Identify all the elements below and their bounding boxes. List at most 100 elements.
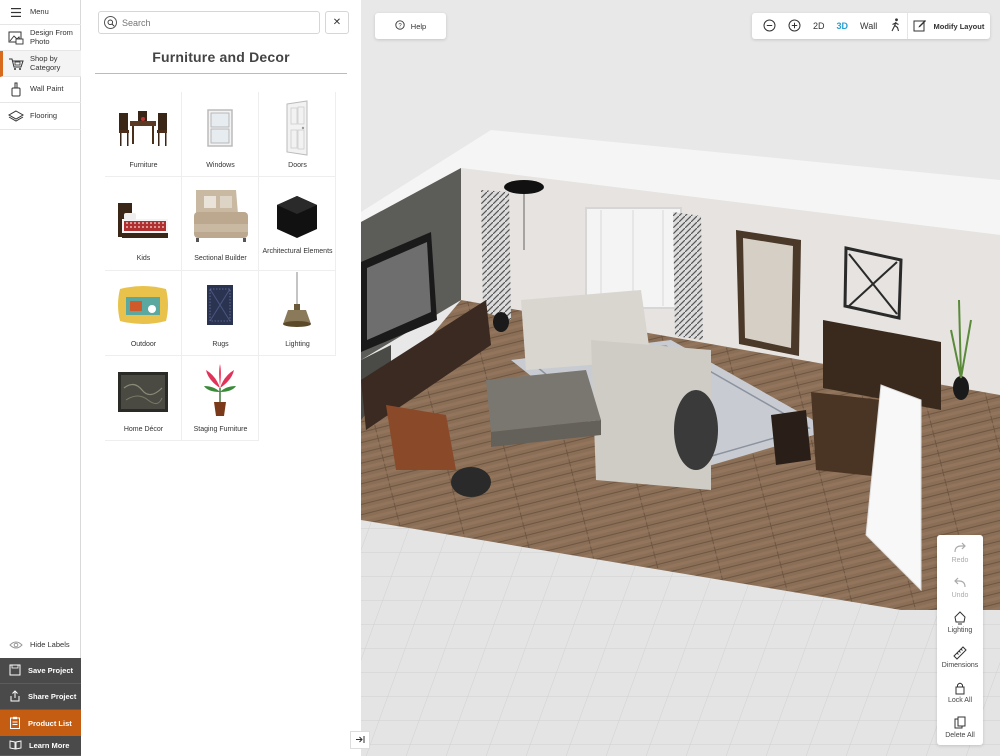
delete-all-label: Delete All: [945, 732, 975, 739]
category-tile-doors[interactable]: Doors: [259, 92, 336, 177]
share-project-button[interactable]: Share Project: [0, 684, 81, 710]
nav-item-design-from-photo[interactable]: Design From Photo: [0, 25, 81, 51]
modify-layout-button[interactable]: Modify Layout: [908, 13, 990, 39]
nav-item-wall-paint[interactable]: Wall Paint: [0, 77, 81, 103]
delete-copy-icon: [953, 716, 967, 730]
eye-icon: [8, 637, 24, 653]
collapse-panel-button[interactable]: [350, 731, 370, 749]
redo-button[interactable]: Redo: [937, 541, 983, 564]
redo-icon: [953, 541, 967, 555]
dimensions-label: Dimensions: [941, 662, 979, 669]
room-3d-viewport[interactable]: ? Help 2D 3D Wall Modify Layout Redo Und…: [361, 0, 1000, 756]
door-icon: [267, 98, 327, 158]
save-project-label: Save Project: [28, 666, 74, 675]
hide-labels-label: Hide Labels: [30, 639, 70, 649]
zoom-out-icon: [763, 19, 776, 34]
category-tile-rugs[interactable]: Rugs: [182, 271, 259, 356]
hide-labels-button[interactable]: Hide Labels: [0, 632, 81, 658]
learn-more-label: Learn More: [29, 741, 70, 750]
category-label: Lighting: [285, 341, 310, 348]
wall-art-icon: [113, 362, 173, 422]
category-tile-kids[interactable]: Kids: [105, 177, 182, 271]
sectional-sofa-icon: [190, 185, 250, 245]
menu-button[interactable]: Menu: [0, 0, 81, 25]
category-tile-furniture[interactable]: Furniture: [105, 92, 182, 177]
help-button[interactable]: ? Help: [375, 13, 446, 39]
nav-item-shop-by-category[interactable]: Shop by Category: [0, 51, 81, 77]
category-label: Kids: [136, 255, 151, 262]
light-bulb-icon: [953, 611, 967, 625]
nav-item-label: Design From Photo: [30, 28, 73, 46]
product-list-label: Product List: [28, 718, 72, 728]
undo-label: Undo: [951, 592, 969, 599]
title-divider: [95, 73, 347, 74]
delete-all-button[interactable]: Delete All: [937, 716, 983, 739]
lock-icon: [953, 681, 967, 695]
undo-icon: [953, 576, 967, 590]
category-tile-home-decor[interactable]: Home Décor: [105, 356, 182, 441]
search-input[interactable]: [122, 17, 312, 28]
category-tile-sectional-builder[interactable]: Sectional Builder: [182, 177, 259, 271]
shop-category-icon: [8, 56, 24, 72]
hamburger-menu-icon: [8, 4, 24, 20]
walking-person-icon: [890, 18, 901, 34]
share-project-label: Share Project: [28, 692, 77, 701]
lighting-label: Lighting: [947, 627, 973, 634]
zoom-in-button[interactable]: [782, 13, 807, 39]
catalog-panel: ✕ Furniture and Decor Furniture: [81, 0, 361, 756]
nav-item-flooring[interactable]: Flooring: [0, 103, 81, 130]
learn-more-button[interactable]: Learn More: [0, 736, 81, 756]
category-label: Outdoor: [130, 341, 157, 348]
pendant-lamp-icon: [267, 272, 327, 333]
window-icon: [190, 98, 250, 158]
rug-icon: [190, 275, 250, 335]
search-icon: [104, 16, 117, 29]
view-2d-button[interactable]: 2D: [807, 13, 831, 39]
save-project-button[interactable]: Save Project: [0, 658, 81, 684]
flooring-icon: [8, 108, 24, 124]
category-label: Windows: [206, 162, 235, 169]
category-tile-architectural-elements[interactable]: Architectural Elements: [259, 177, 336, 271]
plant-icon: [190, 360, 250, 420]
menu-label: Menu: [30, 6, 49, 16]
modify-layout-label: Modify Layout: [933, 21, 985, 31]
kids-bed-icon: [113, 191, 173, 251]
cube-icon: [267, 187, 327, 247]
walkthrough-button[interactable]: [883, 13, 907, 39]
save-icon: [9, 664, 21, 678]
close-panel-button[interactable]: ✕: [325, 11, 349, 34]
category-tile-outdoor[interactable]: Outdoor: [105, 271, 182, 356]
lock-all-button[interactable]: Lock All: [937, 681, 983, 704]
clipboard-icon: [9, 716, 21, 731]
product-list-button[interactable]: Product List: [0, 710, 81, 736]
view-toolbar: 2D 3D Wall Modify Layout: [752, 13, 990, 39]
undo-button[interactable]: Undo: [937, 576, 983, 599]
category-label: Staging Furniture: [193, 426, 248, 433]
close-icon: ✕: [332, 17, 342, 28]
nav-item-label: Wall Paint: [30, 84, 64, 94]
nav-item-label: Flooring: [30, 110, 58, 120]
collapse-arrow-icon: [355, 735, 365, 746]
edit-layout-icon: [913, 18, 927, 34]
edit-tools-panel: Redo Undo Lighting Dimensions Lock All D…: [937, 535, 983, 745]
lighting-button[interactable]: Lighting: [937, 611, 983, 634]
room-scene[interactable]: [361, 0, 1000, 756]
category-tile-lighting[interactable]: Lighting: [259, 271, 336, 356]
wall-view-button[interactable]: Wall: [854, 13, 883, 39]
category-tile-staging-furniture[interactable]: Staging Furniture: [182, 356, 259, 441]
category-label: Sectional Builder: [194, 255, 247, 262]
view-3d-button[interactable]: 3D: [830, 13, 854, 39]
paint-bucket-icon: [8, 82, 24, 98]
dimensions-button[interactable]: Dimensions: [937, 646, 983, 669]
category-label: Rugs: [212, 341, 229, 348]
category-label: Doors: [288, 162, 307, 169]
category-label: Furniture: [129, 162, 158, 169]
search-box[interactable]: [98, 11, 320, 34]
dining-set-icon: [113, 98, 173, 158]
book-icon: [9, 739, 22, 752]
zoom-in-icon: [788, 19, 801, 34]
zoom-out-button[interactable]: [758, 13, 782, 39]
category-tile-windows[interactable]: Windows: [182, 92, 259, 177]
help-icon: ?: [395, 20, 405, 32]
lock-all-label: Lock All: [947, 697, 973, 704]
